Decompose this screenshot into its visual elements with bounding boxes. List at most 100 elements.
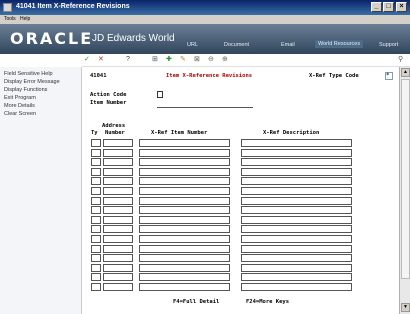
form-area: 41041 Item X-Reference Revisions X-Ref T… xyxy=(83,67,399,314)
nav-world-resources[interactable]: World Resources xyxy=(315,40,364,48)
row-type-field[interactable] xyxy=(91,225,101,234)
nav-document[interactable]: Document xyxy=(224,42,249,48)
menu-tools[interactable]: Tools xyxy=(4,16,16,22)
row-xref-item-field[interactable] xyxy=(139,273,230,282)
row-address-field[interactable] xyxy=(103,196,133,205)
row-address-field[interactable] xyxy=(103,263,133,272)
row-xref-item-field[interactable] xyxy=(139,158,230,167)
row-xref-item-field[interactable] xyxy=(139,235,230,243)
row-xref-item-field[interactable] xyxy=(139,263,230,272)
minimize-button[interactable]: _ xyxy=(371,2,382,12)
row-address-field[interactable] xyxy=(103,225,133,234)
sidebar-item-field-help[interactable]: Field Sensitive Help xyxy=(0,70,81,78)
row-xref-description-field[interactable] xyxy=(241,263,352,272)
row-type-field[interactable] xyxy=(91,215,101,224)
row-xref-description-field[interactable] xyxy=(241,196,352,205)
row-xref-item-field[interactable] xyxy=(139,139,230,147)
row-address-field[interactable] xyxy=(103,273,133,282)
row-type-field[interactable] xyxy=(91,139,101,147)
row-xref-description-field[interactable] xyxy=(241,177,352,186)
row-xref-item-field[interactable] xyxy=(139,206,230,215)
row-xref-item-field[interactable] xyxy=(139,244,230,253)
row-type-field[interactable] xyxy=(91,187,101,195)
row-xref-description-field[interactable] xyxy=(241,139,352,147)
row-xref-item-field[interactable] xyxy=(139,225,230,234)
row-type-field[interactable] xyxy=(91,167,101,176)
row-xref-description-field[interactable] xyxy=(241,254,352,263)
nav-email[interactable]: Email xyxy=(281,42,295,48)
xref-type-input[interactable]: * xyxy=(385,72,393,80)
row-type-field[interactable] xyxy=(91,206,101,215)
row-address-field[interactable] xyxy=(103,215,133,224)
row-address-field[interactable] xyxy=(103,187,133,195)
row-xref-item-field[interactable] xyxy=(139,215,230,224)
row-xref-description-field[interactable] xyxy=(241,167,352,176)
scroll-up-arrow-icon[interactable]: ▲ xyxy=(401,68,410,77)
cancel-x-icon[interactable]: ✕ xyxy=(98,56,104,64)
row-type-field[interactable] xyxy=(91,244,101,253)
nav-url[interactable]: URL xyxy=(187,42,198,48)
row-xref-item-field[interactable] xyxy=(139,167,230,176)
row-type-field[interactable] xyxy=(91,148,101,157)
item-number-input[interactable] xyxy=(157,107,253,108)
next-icon[interactable]: ⊕ xyxy=(222,56,228,64)
row-address-field[interactable] xyxy=(103,139,133,147)
add-plus-icon[interactable]: ✚ xyxy=(166,56,172,64)
sidebar-item-clear-screen[interactable]: Clear Screen xyxy=(0,110,81,118)
row-xref-item-field[interactable] xyxy=(139,177,230,186)
change-pencil-icon[interactable]: ✎ xyxy=(180,56,186,64)
nav-support[interactable]: Support xyxy=(379,42,398,48)
row-address-field[interactable] xyxy=(103,177,133,186)
previous-icon[interactable]: ⊖ xyxy=(208,56,214,64)
row-xref-description-field[interactable] xyxy=(241,206,352,215)
help-question-icon[interactable]: ? xyxy=(126,56,130,64)
row-xref-description-field[interactable] xyxy=(241,244,352,253)
sidebar-item-display-functions[interactable]: Display Functions xyxy=(0,86,81,94)
row-address-field[interactable] xyxy=(103,244,133,253)
row-address-field[interactable] xyxy=(103,235,133,243)
row-address-field[interactable] xyxy=(103,283,133,291)
row-xref-item-field[interactable] xyxy=(139,187,230,195)
close-button[interactable]: × xyxy=(396,2,407,12)
row-type-field[interactable] xyxy=(91,273,101,282)
row-address-field[interactable] xyxy=(103,206,133,215)
menu-help[interactable]: Help xyxy=(20,16,30,22)
row-xref-description-field[interactable] xyxy=(241,158,352,167)
maximize-button[interactable]: □ xyxy=(383,2,394,12)
row-xref-description-field[interactable] xyxy=(241,283,352,291)
row-type-field[interactable] xyxy=(91,158,101,167)
search-icon[interactable]: ⚲ xyxy=(398,56,403,64)
row-type-field[interactable] xyxy=(91,283,101,291)
row-type-field[interactable] xyxy=(91,196,101,205)
row-xref-description-field[interactable] xyxy=(241,235,352,243)
sidebar-item-error-message[interactable]: Display Error Message xyxy=(0,78,81,86)
vertical-scrollbar[interactable]: ▲ ▼ xyxy=(399,67,410,314)
sidebar-item-exit-program[interactable]: Exit Program xyxy=(0,94,81,102)
ok-check-icon[interactable]: ✓ xyxy=(84,56,90,64)
inquire-icon[interactable]: ⊞ xyxy=(152,56,158,64)
row-xref-item-field[interactable] xyxy=(139,148,230,157)
row-address-field[interactable] xyxy=(103,254,133,263)
row-type-field[interactable] xyxy=(91,235,101,243)
row-type-field[interactable] xyxy=(91,254,101,263)
grid-header-xref-item: X-Ref Item Number xyxy=(151,130,208,136)
row-xref-description-field[interactable] xyxy=(241,273,352,282)
grid-header-xref-description: X-Ref Description xyxy=(263,130,320,136)
action-code-input[interactable] xyxy=(157,91,163,98)
scroll-thumb[interactable] xyxy=(401,79,410,279)
row-type-field[interactable] xyxy=(91,263,101,272)
row-type-field[interactable] xyxy=(91,177,101,186)
row-xref-description-field[interactable] xyxy=(241,225,352,234)
row-address-field[interactable] xyxy=(103,167,133,176)
row-address-field[interactable] xyxy=(103,148,133,157)
scroll-down-arrow-icon[interactable]: ▼ xyxy=(401,303,410,312)
row-xref-description-field[interactable] xyxy=(241,215,352,224)
row-xref-description-field[interactable] xyxy=(241,187,352,195)
sidebar-item-more-details[interactable]: More Details xyxy=(0,102,81,110)
row-xref-item-field[interactable] xyxy=(139,283,230,291)
delete-trash-icon[interactable]: ⊠ xyxy=(194,56,200,64)
row-xref-item-field[interactable] xyxy=(139,254,230,263)
row-address-field[interactable] xyxy=(103,158,133,167)
row-xref-item-field[interactable] xyxy=(139,196,230,205)
row-xref-description-field[interactable] xyxy=(241,148,352,157)
